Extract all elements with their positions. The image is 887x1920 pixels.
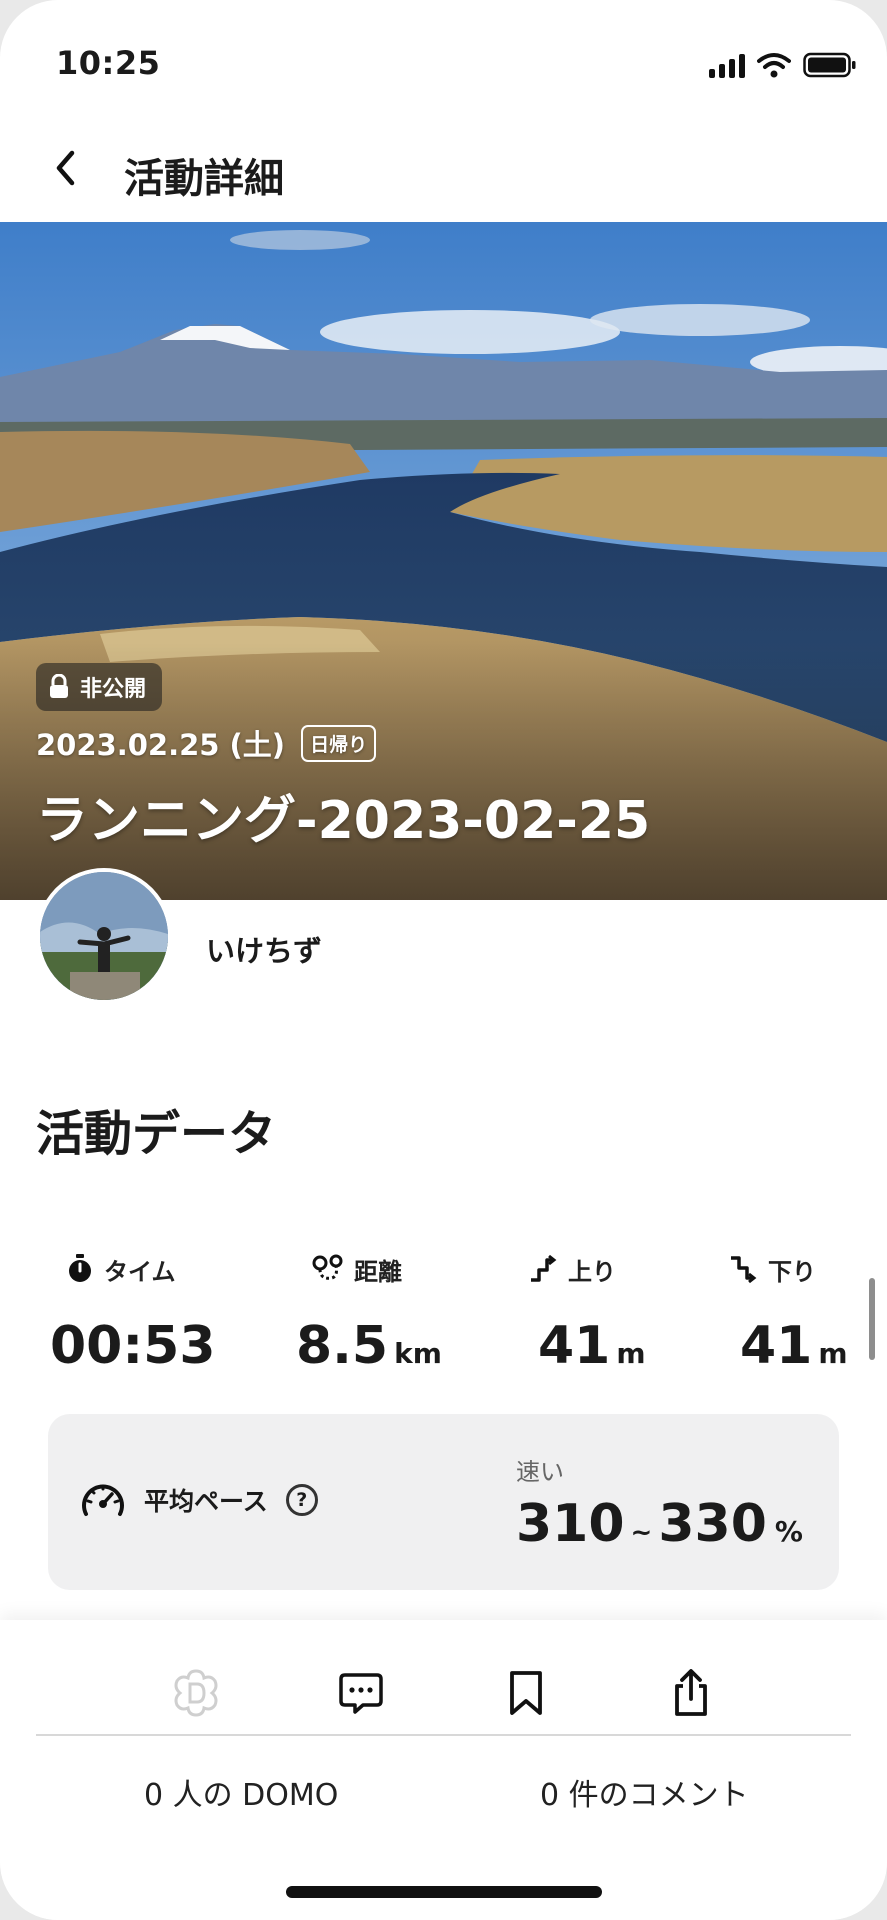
stat-value: 41 — [740, 1316, 813, 1376]
divider — [36, 1734, 851, 1736]
privacy-label: 非公開 — [80, 677, 147, 702]
activity-title: ランニング-2023-02-25 — [36, 791, 651, 851]
stats-row: タイム 00:53 距離 8.5 km 上り 41 m 下り 41 m — [0, 1252, 887, 1382]
stat-value: 8.5 — [296, 1316, 389, 1376]
avatar-photo — [40, 872, 168, 1000]
privacy-badge: 非公開 — [36, 663, 163, 711]
bottom-action-bar: 0 人の DOMO 0 件のコメント — [0, 1620, 887, 1920]
share-button[interactable] — [658, 1660, 724, 1726]
pace-max: 330 — [658, 1494, 767, 1554]
home-indicator — [286, 1886, 602, 1898]
domo-count-link[interactable]: 0 人の DOMO — [144, 1770, 338, 1814]
back-button[interactable] — [40, 142, 92, 194]
stat-time: タイム 00:53 — [50, 1252, 250, 1376]
avatar[interactable] — [36, 868, 172, 1004]
pace-unit: % — [774, 1515, 803, 1548]
trip-type-badge: 日帰り — [301, 724, 377, 762]
stat-ascent: 上り 41 m — [522, 1252, 722, 1376]
date-text: 2023.02.25 (土) — [36, 728, 286, 762]
lock-icon — [50, 674, 68, 698]
stat-value: 41 — [538, 1316, 611, 1376]
user-name[interactable]: いけちず — [206, 928, 322, 970]
stat-label: 上り — [568, 1257, 616, 1286]
speedometer-icon — [82, 1484, 124, 1516]
pace-min: 310 — [516, 1494, 625, 1554]
nav-bar: 活動詳細 — [0, 120, 887, 220]
stat-unit: m — [616, 1337, 646, 1370]
domo-button[interactable] — [163, 1660, 229, 1726]
bookmark-icon — [510, 1671, 542, 1715]
scrollbar[interactable] — [869, 1278, 875, 1360]
activity-date: 2023.02.25 (土) 日帰り — [36, 722, 377, 764]
cellular-signal-icon — [709, 52, 745, 78]
comment-button[interactable] — [328, 1660, 394, 1726]
pace-separator: ~ — [630, 1518, 653, 1548]
share-icon — [675, 1669, 707, 1716]
comment-count-link[interactable]: 0 件のコメント — [540, 1770, 749, 1814]
app-screen: 10:25 活動詳細 非公開 2023.02.25 (土) 日帰り ランニング-… — [0, 0, 887, 1920]
chevron-left-icon — [56, 150, 75, 186]
stat-descent: 下り 41 m — [726, 1252, 887, 1376]
help-icon[interactable]: ? — [285, 1484, 318, 1516]
average-pace-card: 平均ペース ? 速い 310 ~330% — [48, 1414, 839, 1590]
status-time: 10:25 — [56, 44, 161, 82]
pace-speed-label: 速い — [516, 1458, 564, 1486]
pace-label: 平均ペース — [144, 1487, 268, 1516]
stat-distance: 距離 8.5 km — [296, 1252, 496, 1376]
hero-photo[interactable]: 非公開 2023.02.25 (土) 日帰り ランニング-2023-02-25 — [0, 222, 887, 900]
pace-value: 310 ~330% — [516, 1494, 803, 1554]
stat-label: 下り — [768, 1257, 816, 1286]
stat-label: タイム — [104, 1257, 176, 1286]
stat-label: 距離 — [354, 1257, 402, 1286]
ascent-icon — [531, 1254, 557, 1282]
wifi-icon — [757, 53, 791, 78]
status-icons — [709, 48, 857, 78]
stat-value: 00:53 — [50, 1316, 216, 1376]
descent-icon — [731, 1256, 757, 1284]
route-icon — [312, 1254, 343, 1280]
stopwatch-icon — [69, 1254, 91, 1282]
comment-icon — [339, 1673, 383, 1714]
battery-icon — [803, 52, 856, 78]
stat-unit: km — [394, 1337, 442, 1370]
section-title: 活動データ — [36, 1106, 277, 1162]
domo-icon — [174, 1669, 218, 1717]
stat-unit: m — [818, 1337, 848, 1370]
page-title: 活動詳細 — [124, 156, 284, 202]
bookmark-button[interactable] — [493, 1660, 559, 1726]
